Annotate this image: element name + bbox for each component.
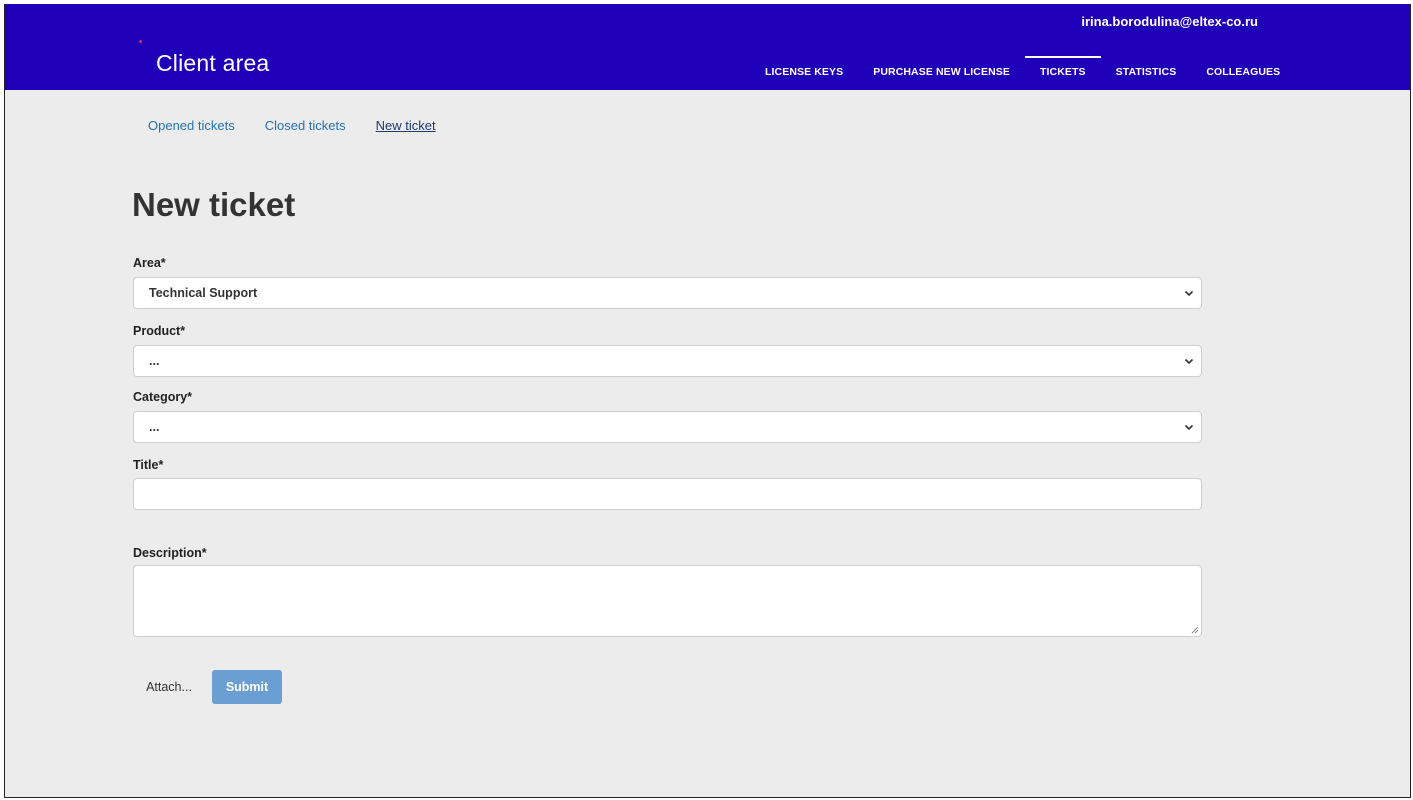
nav-statistics[interactable]: STATISTICS <box>1101 56 1192 90</box>
area-select-value: Technical Support <box>149 286 258 300</box>
category-select[interactable]: ... <box>133 411 1202 443</box>
category-label: Category* <box>133 390 193 404</box>
subnav-new-ticket[interactable]: New ticket <box>361 118 451 133</box>
submit-button[interactable]: Submit <box>212 670 282 704</box>
nav-tickets[interactable]: TICKETS <box>1024 56 1101 90</box>
chevron-down-icon <box>1184 290 1194 297</box>
product-select[interactable]: ... <box>133 345 1202 377</box>
description-textarea[interactable] <box>133 565 1202 637</box>
ticket-subnav: Opened tickets Closed tickets New ticket <box>133 106 451 144</box>
app-window: Client area irina.borodulina@eltex-co.ru… <box>4 4 1411 798</box>
title-input[interactable] <box>133 478 1202 510</box>
product-select-value: ... <box>149 354 160 368</box>
product-label: Product* <box>133 324 186 338</box>
resize-grip-icon[interactable] <box>1191 626 1199 634</box>
nav-purchase-new-license[interactable]: PURCHASE NEW LICENSE <box>858 56 1025 90</box>
brand-title[interactable]: Client area <box>156 50 269 77</box>
title-label: Title* <box>133 458 164 472</box>
attach-button[interactable]: Attach... <box>133 670 205 704</box>
main-nav: LICENSE KEYS PURCHASE NEW LICENSE TICKET… <box>750 56 1295 90</box>
top-header: Client area irina.borodulina@eltex-co.ru… <box>5 4 1410 90</box>
chevron-down-icon <box>1184 424 1194 431</box>
area-select[interactable]: Technical Support <box>133 277 1202 309</box>
area-label: Area* <box>133 256 166 270</box>
red-dot-icon <box>139 40 142 43</box>
chevron-down-icon <box>1184 358 1194 365</box>
page-title: New ticket <box>132 186 296 223</box>
subnav-closed-tickets[interactable]: Closed tickets <box>250 118 361 133</box>
category-select-value: ... <box>149 420 160 434</box>
nav-license-keys[interactable]: LICENSE KEYS <box>750 56 858 90</box>
description-label: Description* <box>133 546 207 560</box>
user-email[interactable]: irina.borodulina@eltex-co.ru <box>1081 14 1258 29</box>
nav-colleagues[interactable]: COLLEAGUES <box>1191 56 1295 90</box>
subnav-opened-tickets[interactable]: Opened tickets <box>133 118 250 133</box>
